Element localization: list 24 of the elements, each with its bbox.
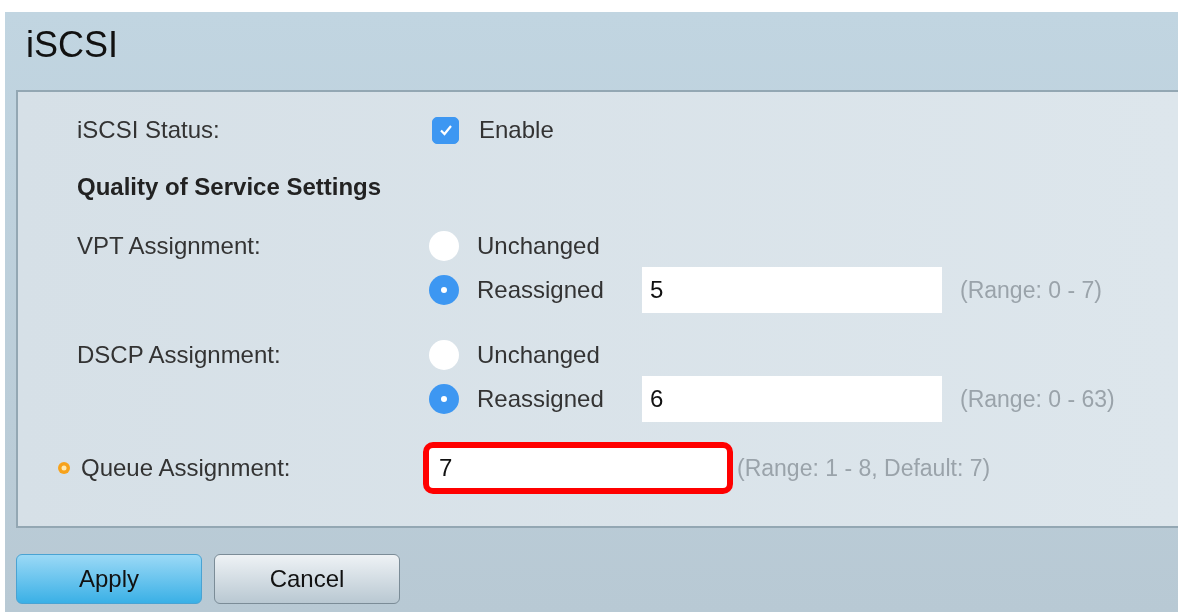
input-field[interactable]: 7 (423, 442, 733, 494)
radio-button[interactable] (429, 384, 459, 414)
page-title: iSCSI (25, 23, 120, 67)
radio-button[interactable] (429, 340, 459, 370)
radio-button[interactable] (429, 275, 459, 305)
field-label: Queue Assignment: (81, 454, 291, 482)
radio-label: Reassigned (477, 385, 605, 413)
section-heading: Quality of Service Settings (77, 173, 382, 201)
range-hint: (Range: 0 - 63) (960, 385, 1115, 413)
radio-button[interactable] (429, 231, 459, 261)
radio-label: Reassigned (477, 276, 605, 304)
cancel-button[interactable]: Cancel (214, 554, 400, 604)
field-label: iSCSI Status: (77, 116, 221, 144)
apply-button[interactable]: Apply (16, 554, 202, 604)
radio-label: Unchanged (477, 232, 601, 260)
radio-label: Unchanged (477, 341, 601, 369)
input-field[interactable]: 6 (642, 376, 942, 422)
range-hint: (Range: 0 - 7) (960, 276, 1102, 304)
field-label: VPT Assignment: (77, 231, 262, 261)
field-label: DSCP Assignment: (77, 340, 282, 370)
range-hint: (Range: 1 - 8, Default: 7) (737, 454, 991, 482)
input-field[interactable]: 5 (642, 267, 942, 313)
checkbox[interactable] (432, 116, 459, 144)
checkbox-label: Enable (479, 116, 554, 144)
